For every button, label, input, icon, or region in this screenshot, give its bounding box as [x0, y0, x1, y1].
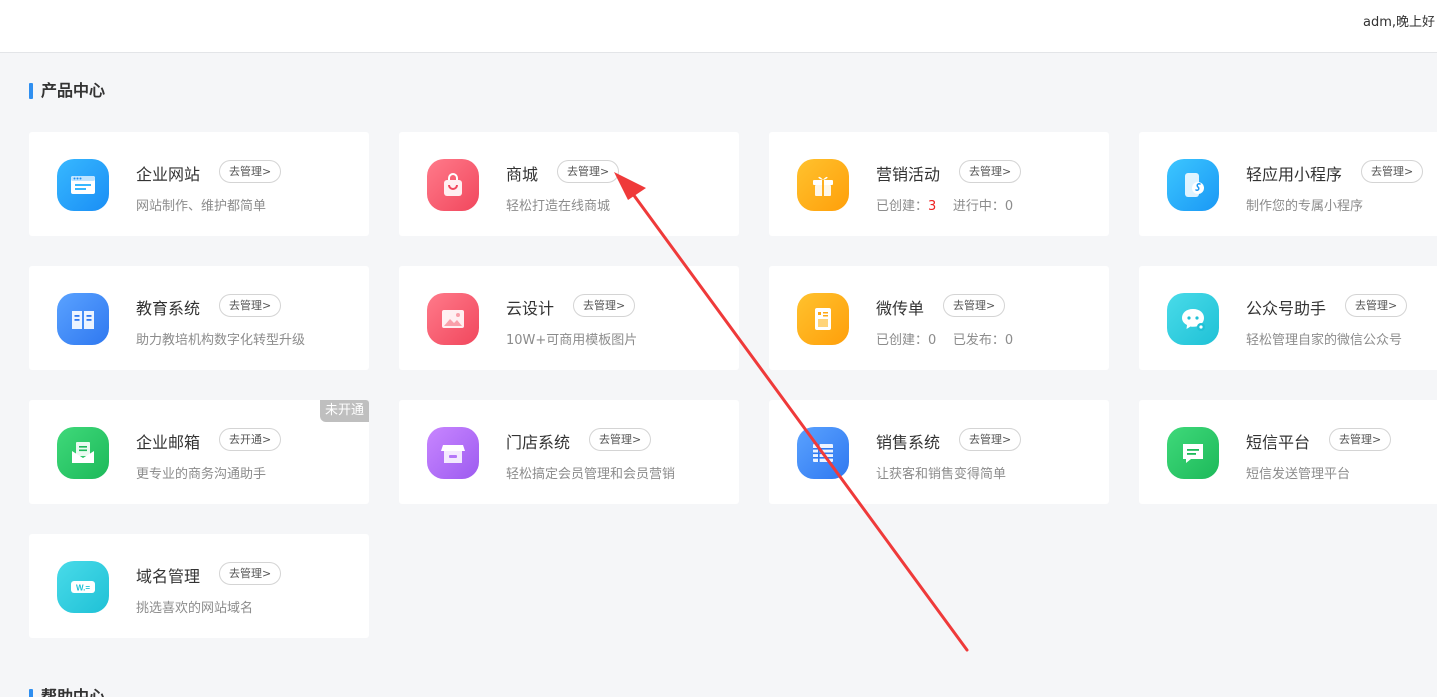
product-card-mall[interactable]: 商城 去管理> 轻松打造在线商城	[399, 132, 739, 236]
card-description: 制作您的专属小程序	[1246, 199, 1364, 214]
product-card-sms-platform[interactable]: 短信平台 去管理> 短信发送管理平台	[1139, 400, 1437, 504]
stat-value-ongoing: 0	[1004, 199, 1014, 214]
card-description: 网站制作、维护都简单	[136, 199, 267, 214]
sms-icon	[1167, 427, 1219, 479]
card-title: 短信平台	[1246, 433, 1311, 452]
card-description: 更专业的商务沟通助手	[136, 467, 267, 482]
manage-button[interactable]: 去管理>	[959, 160, 1022, 183]
image-icon	[427, 293, 479, 345]
top-bar: adm,晚上好	[0, 0, 1437, 53]
section-title-products: 产品中心	[29, 82, 105, 100]
section-title-help: 帮助中心	[29, 688, 105, 697]
product-card-domain[interactable]: W.= 域名管理 去管理> 挑选喜欢的网站域名	[29, 534, 369, 638]
stat-label-created: 已创建：	[876, 333, 929, 348]
product-card-cloud-design[interactable]: 云设计 去管理> 10W+可商用模板图片	[399, 266, 739, 370]
card-title: 轻应用小程序	[1246, 165, 1343, 184]
stat-label-published: 已发布：	[952, 333, 1005, 348]
card-description: 轻松搞定会员管理和会员营销	[506, 467, 676, 482]
product-card-store-system[interactable]: 门店系统 去管理> 轻松搞定会员管理和会员营销	[399, 400, 739, 504]
manage-button[interactable]: 去管理>	[219, 294, 282, 317]
product-card-wechat-assistant[interactable]: 公众号助手 去管理> 轻松管理自家的微信公众号	[1139, 266, 1437, 370]
card-description: 轻松管理自家的微信公众号	[1246, 333, 1403, 348]
manage-button[interactable]: 去管理>	[1361, 160, 1424, 183]
user-greeting[interactable]: adm,晚上好	[1363, 11, 1435, 30]
activate-button[interactable]: 去开通>	[219, 428, 282, 451]
stat-label-ongoing: 进行中：	[952, 199, 1005, 214]
wechat-chat-icon	[1167, 293, 1219, 345]
card-title: 教育系统	[136, 299, 201, 318]
card-description: 助力教培机构数字化转型升级	[136, 333, 306, 348]
product-card-mini-program[interactable]: 轻应用小程序 去管理> 制作您的专属小程序	[1139, 132, 1437, 236]
card-title: 域名管理	[136, 567, 201, 586]
domain-icon: W.=	[57, 561, 109, 613]
card-title: 云设计	[506, 299, 555, 318]
stat-value-published: 0	[1004, 333, 1014, 348]
flyer-icon	[797, 293, 849, 345]
domain-icon-text: W.=	[76, 584, 90, 593]
list-icon	[797, 427, 849, 479]
card-description: 轻松打造在线商城	[506, 199, 611, 214]
card-description: 10W+可商用模板图片	[506, 333, 638, 348]
manage-button[interactable]: 去管理>	[1329, 428, 1392, 451]
card-title: 企业网站	[136, 165, 201, 184]
product-card-flyer[interactable]: 微传单 去管理> 已创建：0 已发布：0	[769, 266, 1109, 370]
shopping-bag-icon	[427, 159, 479, 211]
card-description: 短信发送管理平台	[1246, 467, 1351, 482]
manage-button[interactable]: 去管理>	[1345, 294, 1408, 317]
card-title: 门店系统	[506, 433, 571, 452]
stat-value-created: 3	[928, 199, 937, 214]
card-title: 微传单	[876, 299, 925, 318]
product-card-sales-system[interactable]: 销售系统 去管理> 让获客和销售变得简单	[769, 400, 1109, 504]
card-title: 营销活动	[876, 165, 941, 184]
card-title: 公众号助手	[1246, 299, 1327, 318]
card-title: 企业邮箱	[136, 433, 201, 452]
product-card-education[interactable]: 教育系统 去管理> 助力教培机构数字化转型升级	[29, 266, 369, 370]
manage-button[interactable]: 去管理>	[589, 428, 652, 451]
card-title: 销售系统	[876, 433, 941, 452]
card-stats: 已创建：0 已发布：0	[876, 329, 1013, 348]
product-card-marketing[interactable]: 营销活动 去管理> 已创建：3 进行中：0	[769, 132, 1109, 236]
mail-icon	[57, 427, 109, 479]
store-icon	[427, 427, 479, 479]
mini-program-icon	[1167, 159, 1219, 211]
stat-value-created: 0	[928, 333, 937, 348]
product-card-enterprise-mail[interactable]: 未开通 企业邮箱 去开通> 更专业的商务沟通助手	[29, 400, 369, 504]
status-badge: 未开通	[319, 400, 369, 422]
manage-button[interactable]: 去管理>	[959, 428, 1022, 451]
manage-button[interactable]: 去管理>	[219, 160, 282, 183]
manage-button[interactable]: 去管理>	[573, 294, 636, 317]
website-icon	[57, 159, 109, 211]
card-description: 挑选喜欢的网站域名	[136, 601, 254, 616]
gift-icon	[797, 159, 849, 211]
manage-button[interactable]: 去管理>	[943, 294, 1006, 317]
manage-button[interactable]: 去管理>	[219, 562, 282, 585]
product-card-website[interactable]: 企业网站 去管理> 网站制作、维护都简单	[29, 132, 369, 236]
stat-label-created: 已创建：	[876, 199, 929, 214]
book-icon	[57, 293, 109, 345]
manage-button[interactable]: 去管理>	[557, 160, 620, 183]
card-title: 商城	[506, 165, 539, 184]
card-stats: 已创建：3 进行中：0	[876, 195, 1013, 214]
card-description: 让获客和销售变得简单	[876, 467, 1007, 482]
